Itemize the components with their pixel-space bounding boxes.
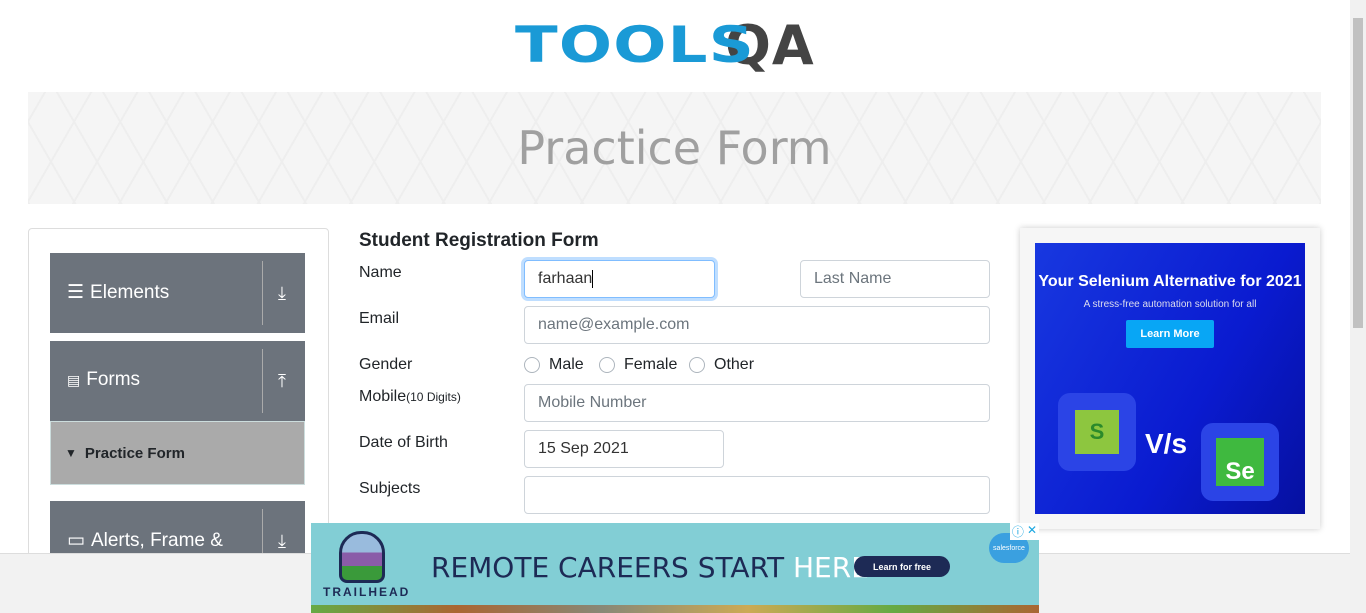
download-arrow-icon: ⤓	[278, 531, 286, 551]
scrollbar[interactable]	[1350, 0, 1366, 613]
logo-text: Se	[1216, 438, 1264, 486]
mobile-label-text: Mobile	[359, 388, 407, 405]
sidebar-item-practice-form[interactable]: ▼ Practice Form	[50, 421, 305, 485]
ad-close-icon[interactable]: ✕	[1027, 523, 1037, 540]
ad-subtitle: A stress-free automation solution for al…	[1083, 299, 1257, 310]
hamburger-icon: ☰	[67, 282, 85, 303]
dob-label: Date of Birth	[359, 434, 448, 451]
gender-label: Gender	[359, 356, 413, 373]
brand: TRAILHEAD	[323, 585, 411, 599]
email-input[interactable]: name@example.com	[524, 306, 990, 344]
window-icon: ▭	[67, 530, 85, 551]
download-arrow-icon: ⤓	[278, 283, 286, 303]
mobile-input[interactable]: Mobile Number	[524, 384, 990, 422]
group-label: Elements	[90, 281, 170, 303]
ad-title: Your Selenium Alternative for 2021	[1038, 273, 1302, 290]
selenium-logo: Se	[1201, 423, 1279, 501]
trailhead-ad[interactable]: TRAILHEAD REMOTE CAREERS START HERE. Lea…	[311, 523, 1039, 613]
ad-info-icon[interactable]: ⓘ	[1012, 523, 1024, 540]
scrollbar-thumb[interactable]	[1353, 18, 1363, 328]
name-label: Name	[359, 264, 402, 281]
page-banner: Practice Form	[28, 92, 1321, 204]
sidebar-group-elements[interactable]: ☰ Elements ⤓	[50, 253, 305, 333]
sidebar: ☰ Elements ⤓ ▤ Forms ⤒ ▼ Practice Form ▭ Ale…	[28, 228, 329, 581]
gender-radio-male[interactable]: Male	[524, 356, 584, 374]
logo-text: S	[1075, 410, 1119, 454]
trailhead-logo	[339, 531, 385, 583]
ad-illustration	[311, 605, 1039, 613]
mobile-label: Mobile(10 Digits)	[359, 388, 461, 406]
radio-label: Female	[624, 356, 678, 373]
email-label: Email	[359, 310, 400, 327]
sidebar-group-forms[interactable]: ▤ Forms ⤒	[50, 341, 305, 421]
radio-label: Other	[714, 356, 755, 373]
group-label: Forms	[86, 369, 141, 390]
selenium-ad[interactable]: Your Selenium Alternative for 2021 A str…	[1020, 228, 1320, 529]
mobile-hint: (10 Digits)	[406, 390, 461, 404]
katalon-logo: S	[1058, 393, 1136, 471]
page-title: Practice Form	[517, 121, 832, 175]
gender-radio-female[interactable]: Female	[599, 356, 677, 374]
subjects-label: Subjects	[359, 480, 421, 497]
learn-more-button[interactable]: Learn More	[1126, 320, 1214, 348]
first-name-input[interactable]: farhaan	[524, 260, 715, 298]
radio-label: Male	[549, 356, 584, 373]
html5-icon: ▼	[65, 446, 77, 460]
vs-text: V/s	[1145, 428, 1188, 459]
headline-text: REMOTE CAREERS START	[431, 551, 793, 584]
dob-input[interactable]: 15 Sep 2021	[524, 430, 724, 468]
toolsqa-logo[interactable]: TOOLS QA	[515, 8, 815, 82]
upload-arrow-icon: ⤒	[278, 371, 286, 391]
ad-headline: REMOTE CAREERS START HERE.	[431, 551, 878, 584]
gender-radio-other[interactable]: Other	[689, 356, 754, 374]
last-name-input[interactable]: Last Name	[800, 260, 990, 298]
document-icon: ▤	[67, 371, 81, 388]
item-label: Practice Form	[84, 444, 185, 462]
subjects-input[interactable]	[524, 476, 990, 514]
form-title: Student Registration Form	[359, 230, 599, 251]
learn-for-free-button[interactable]: Learn for free	[854, 556, 950, 577]
first-name-value: farhaan	[538, 270, 593, 287]
logo-text: TOOLS	[515, 16, 755, 74]
group-label: Alerts, Frame &	[90, 529, 223, 551]
